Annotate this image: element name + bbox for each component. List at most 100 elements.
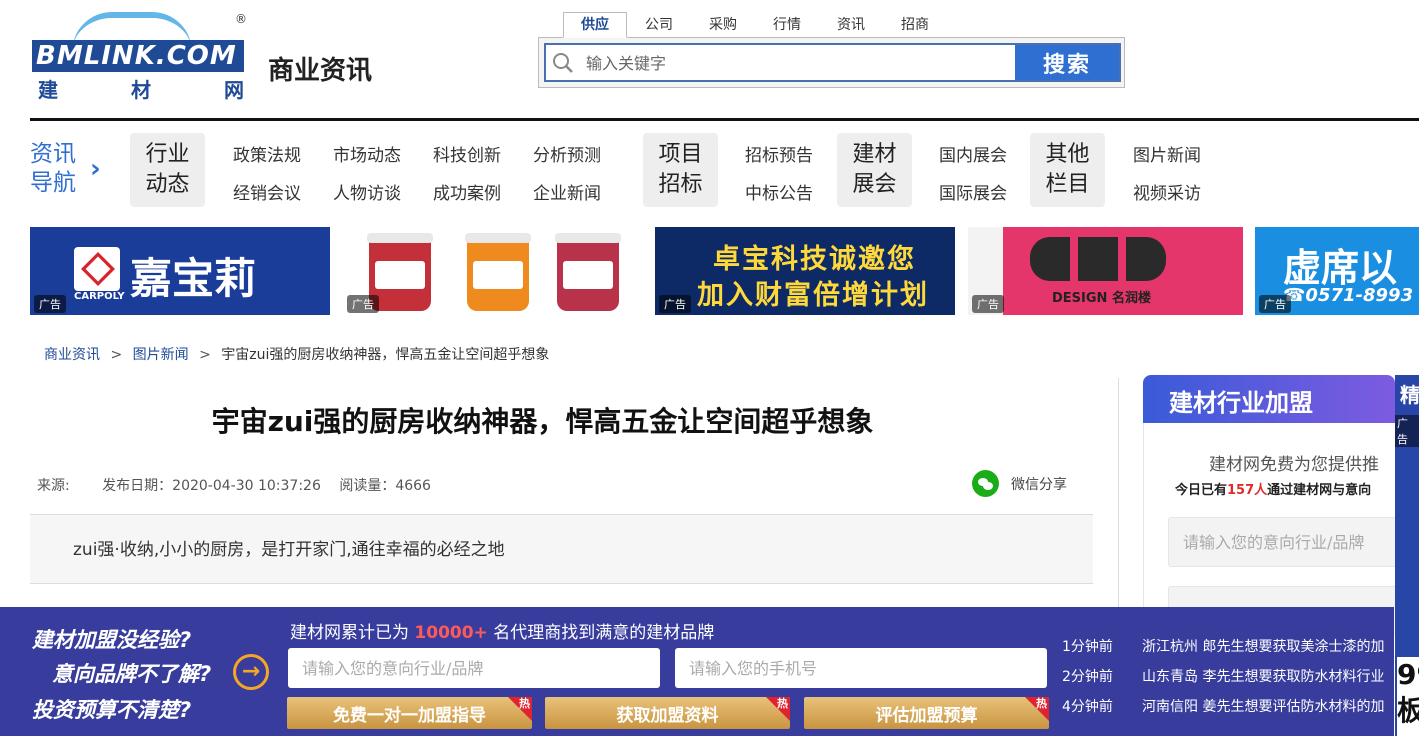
banner-industry-input[interactable]	[288, 648, 660, 688]
carpoly-logo-icon	[74, 247, 120, 291]
nav-link-company-news[interactable]: 企业新闻	[533, 179, 601, 204]
nav-group-line: 动态	[145, 172, 190, 197]
nav-link-policy[interactable]: 政策法规	[233, 141, 301, 166]
site-logo[interactable]: BMLINK.COM 建 材 网 ®	[32, 12, 247, 102]
nav-link-market[interactable]: 市场动态	[333, 141, 401, 166]
nav-link-photo-news[interactable]: 图片新闻	[1133, 141, 1201, 166]
banner-question: 投资预算不清楚?	[32, 698, 192, 722]
banner-stat-prefix: 建材网累计已为	[290, 623, 409, 643]
feed-text: 浙江杭州 郎先生想要获取美涂士漆的加	[1142, 639, 1385, 655]
paint-bucket-image	[555, 233, 621, 311]
article-date-label: 发布日期：	[102, 478, 173, 494]
article-meta: 来源: 发布日期：2020-04-30 10:37:26 阅读量：4666	[37, 475, 445, 495]
ad-tag: 广告	[347, 295, 379, 313]
side-ad-strip[interactable]: 精 广告 99板	[1395, 375, 1419, 736]
banner-question: 建材加盟没经验?	[32, 628, 192, 652]
breadcrumb: 商业资讯 > 图片新闻 > 宇宙zui强的厨房收纳神器，悍高五金让空间超乎想象	[44, 344, 549, 364]
article-views-label: 阅读量：	[339, 478, 396, 494]
nav-group-line: 栏目	[1045, 172, 1090, 197]
activity-feed-item: 2分钟前 山东青岛 李先生想要获取防水材料行业	[1062, 666, 1394, 686]
ad-headline: 加入财富倍增计划	[697, 280, 929, 311]
search-tab-supply[interactable]: 供应	[563, 12, 627, 38]
breadcrumb-category[interactable]: 图片新闻	[133, 347, 189, 363]
registered-mark: ®	[235, 12, 247, 26]
nav-link-forecast[interactable]: 分析预测	[533, 141, 601, 166]
arrow-right-icon: →	[233, 654, 269, 690]
banner-stat-suffix: 名代理商找到满意的建材品牌	[493, 623, 715, 643]
search-tab-invest[interactable]: 招商	[883, 12, 947, 38]
search-inner: 搜索	[544, 43, 1121, 82]
ad-banner-carpoly[interactable]: 嘉宝莉 CARPOLY 广告	[30, 227, 330, 315]
get-materials-button[interactable]: 获取加盟资料 热	[545, 697, 790, 729]
banner-phone-input[interactable]	[675, 648, 1047, 688]
wechat-share-button[interactable]: 微信分享	[972, 470, 1067, 497]
nav-link-tech[interactable]: 科技创新	[433, 141, 501, 166]
nav-group-industry[interactable]: 行业 动态	[130, 133, 205, 207]
breadcrumb-current: 宇宙zui强的厨房收纳神器，悍高五金让空间超乎想象	[221, 347, 550, 363]
join-count-suffix: 通过建材网与意向	[1267, 483, 1372, 498]
nav-link-award-notice[interactable]: 中标公告	[745, 179, 813, 204]
banner-stat-count: 10000+	[414, 623, 488, 643]
nav-group-line: 建材	[852, 142, 897, 167]
breadcrumb-home[interactable]: 商业资讯	[44, 347, 100, 363]
chevron-right-icon: ›	[90, 154, 101, 184]
search-tab-news[interactable]: 资讯	[819, 12, 883, 38]
nav-link-interview[interactable]: 人物访谈	[333, 179, 401, 204]
nav-link-dealer-meeting[interactable]: 经销会议	[233, 179, 301, 204]
logo-char: 网	[224, 78, 244, 102]
search-button[interactable]: 搜索	[1015, 45, 1119, 80]
activity-feed-item: 4分钟前 河南信阳 姜先生想要评估防水材料的加	[1062, 696, 1394, 716]
join-count-prefix: 今日已有	[1175, 483, 1228, 498]
ad-banner-zhuobao[interactable]: 卓宝科技诚邀您 加入财富倍增计划 广告	[655, 227, 955, 315]
header-divider	[30, 118, 1419, 121]
nav-link-domestic-expo[interactable]: 国内展会	[939, 141, 1007, 166]
breadcrumb-separator: >	[199, 347, 211, 363]
join-industry-input[interactable]	[1168, 517, 1408, 567]
button-label: 免费一对一加盟指导	[333, 705, 486, 726]
search-tab-purchase[interactable]: 采购	[691, 12, 755, 38]
article-views: 4666	[395, 478, 431, 494]
search-box: 搜索	[538, 37, 1125, 88]
nav-link-cases[interactable]: 成功案例	[433, 179, 501, 204]
nav-group-line: 项目	[658, 142, 703, 167]
logo-char: 材	[131, 78, 151, 102]
section-title: 商业资讯	[268, 56, 373, 86]
logo-char: 建	[38, 78, 58, 102]
nav-link-video-interview[interactable]: 视频采访	[1133, 179, 1201, 204]
nav-group-other[interactable]: 其他 栏目	[1030, 133, 1105, 207]
nav-group-bidding[interactable]: 项目 招标	[643, 133, 718, 207]
nav-group-expo[interactable]: 建材 展会	[837, 133, 912, 207]
feed-text: 河南信阳 姜先生想要评估防水材料的加	[1142, 699, 1385, 715]
ad-banner-vacant[interactable]: 虚席以 ☎0571-8993 广告	[1255, 227, 1419, 315]
ad-tag: 广告	[34, 295, 66, 313]
nav-link-intl-expo[interactable]: 国际展会	[939, 179, 1007, 204]
banner-question: 意向品牌不了解?	[52, 662, 212, 686]
nav-link-bid-notice[interactable]: 招标预告	[745, 141, 813, 166]
hot-badge: 热	[766, 697, 790, 721]
design-logo-shape	[1126, 237, 1166, 281]
logo-chinese: 建 材 网	[38, 74, 244, 103]
ad-brand: DESIGN 名润楼	[1052, 291, 1151, 306]
ad-banner-paint-buckets[interactable]: 广告	[343, 227, 643, 315]
article-title: 宇宙zui强的厨房收纳神器，悍高五金让空间超乎想象	[211, 405, 874, 438]
hot-badge: 热	[508, 697, 532, 721]
search-tab-market[interactable]: 行情	[755, 12, 819, 38]
search-input[interactable]	[586, 49, 1006, 77]
activity-feed-item: 1分钟前 浙江杭州 郎先生想要获取美涂士漆的加	[1062, 636, 1394, 656]
wechat-share-label: 微信分享	[1011, 476, 1067, 493]
free-guidance-button[interactable]: 免费一对一加盟指导 热	[287, 697, 532, 729]
nav-group-line: 招标	[658, 172, 703, 197]
nav-group-line: 展会	[852, 172, 897, 197]
ad-banner-design[interactable]: DESIGN 名润楼 广告	[968, 227, 1243, 315]
search-tabs: 供应 公司 采购 行情 资讯 招商	[563, 12, 947, 38]
hot-badge: 热	[1025, 697, 1049, 721]
logo-wordmark: BMLINK.COM	[32, 40, 244, 72]
estimate-budget-button[interactable]: 评估加盟预算 热	[804, 697, 1049, 729]
ad-tag: 广告	[1259, 295, 1291, 313]
join-intro: 建材网免费为您提供推	[1209, 455, 1379, 475]
article-summary: zui强·收纳,小小的厨房，是打开家门,通往幸福的必经之地	[30, 514, 1093, 584]
search-tab-company[interactable]: 公司	[627, 12, 691, 38]
button-label: 获取加盟资料	[616, 705, 719, 726]
article-date: 2020-04-30 10:37:26	[172, 478, 321, 494]
feed-time: 4分钟前	[1062, 699, 1113, 715]
